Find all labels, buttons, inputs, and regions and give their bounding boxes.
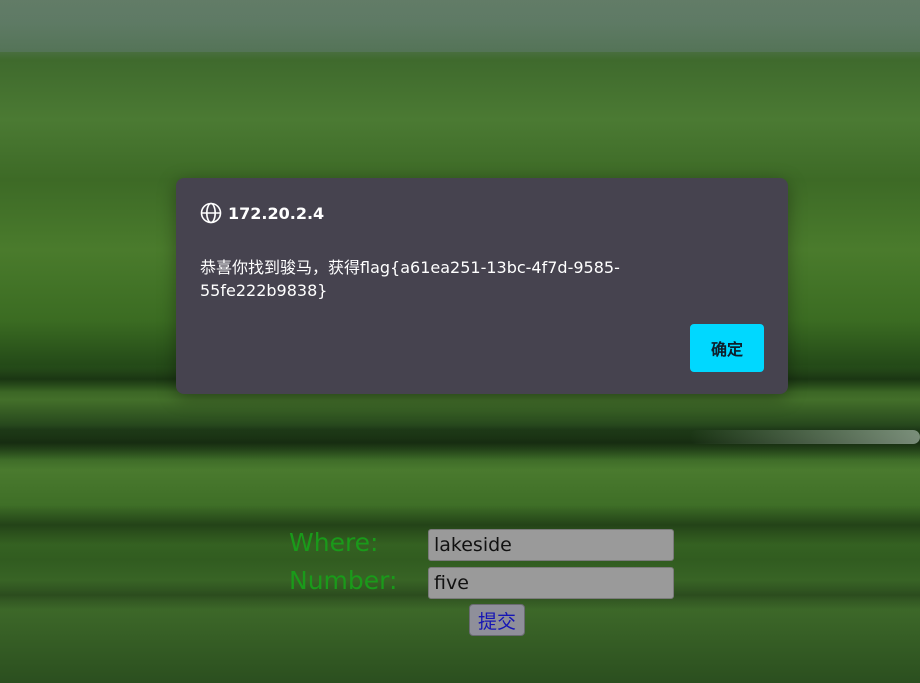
- where-label: Where:: [289, 528, 379, 557]
- alert-dialog: 172.20.2.4 恭喜你找到骏马，获得flag{a61ea251-13bc-…: [176, 178, 788, 394]
- dialog-origin: 172.20.2.4: [228, 203, 325, 223]
- background-band: [0, 425, 920, 460]
- where-input[interactable]: [428, 529, 674, 561]
- ok-button[interactable]: 确定: [690, 324, 764, 372]
- background-sky: [0, 0, 920, 52]
- globe-icon: [200, 202, 222, 224]
- dialog-message: 恭喜你找到骏马，获得flag{a61ea251-13bc-4f7d-9585-5…: [200, 258, 620, 300]
- number-label: Number:: [289, 566, 398, 595]
- number-input[interactable]: [428, 567, 674, 599]
- background-river: [690, 430, 920, 444]
- dialog-header: 172.20.2.4: [200, 202, 324, 224]
- submit-button[interactable]: 提交: [469, 604, 525, 636]
